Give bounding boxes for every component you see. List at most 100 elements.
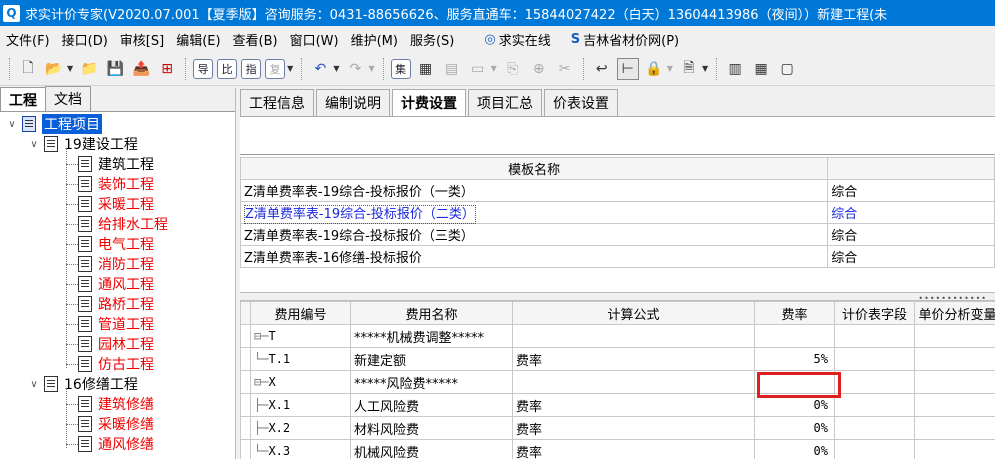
expand-toggle-icon[interactable]: ∨: [28, 379, 40, 390]
fee-row[interactable]: ├─X.2 材料风险费 费率 0%: [240, 416, 995, 440]
export-icon[interactable]: 📤: [130, 58, 152, 80]
copy-dropdown-icon[interactable]: ▼: [287, 64, 293, 73]
set-button[interactable]: 集: [390, 58, 411, 79]
fee-price-field-cell[interactable]: [834, 416, 915, 440]
undo-dropdown-icon[interactable]: ▼: [333, 64, 339, 73]
menu-interface[interactable]: 接口(D): [56, 30, 114, 49]
redo-icon[interactable]: ↷: [344, 58, 366, 80]
template-row[interactable]: Z清单费率表-16修缮-投标报价 综合: [239, 245, 995, 268]
menu-audit[interactable]: 审核[S]: [114, 30, 170, 49]
fee-formula-cell[interactable]: [512, 370, 755, 394]
fee-row[interactable]: ⊟─T *****机械费调整*****: [240, 324, 995, 348]
fee-formula-cell[interactable]: 费率: [512, 393, 755, 417]
fee-rate-cell[interactable]: [754, 324, 835, 348]
tree-node[interactable]: 建筑修缮: [78, 394, 154, 414]
fee-code-cell[interactable]: └─X.3: [250, 439, 351, 459]
paste-icon[interactable]: ⎘: [502, 58, 524, 80]
fee-rate-cell[interactable]: 0%: [754, 439, 835, 459]
fee-name-cell[interactable]: 新建定额: [350, 347, 513, 371]
lock-icon[interactable]: 🔒: [643, 58, 665, 80]
tab-documents[interactable]: 文档: [45, 86, 91, 111]
fee-row[interactable]: ⊟─X *****风险费*****: [240, 370, 995, 394]
fee-price-field-cell[interactable]: [834, 347, 915, 371]
fee-name-cell[interactable]: *****机械费调整*****: [350, 324, 513, 348]
fee-row[interactable]: └─X.3 机械风险费 费率 0%: [240, 439, 995, 459]
menu-service[interactable]: 服务(S): [404, 30, 460, 49]
lock-dropdown-icon[interactable]: ▼: [667, 64, 673, 73]
fee-analysis-cell[interactable]: [914, 439, 995, 459]
template-row[interactable]: Z清单费率表-19综合-投标报价（一类） 综合: [239, 179, 995, 202]
tree-node[interactable]: 管道工程: [78, 314, 154, 334]
new-file-icon[interactable]: 🗋: [17, 58, 39, 80]
insert-icon[interactable]: ⊕: [528, 58, 550, 80]
tree-node[interactable]: ∨ 16修缮工程: [28, 374, 138, 394]
fee-name-cell[interactable]: 材料风险费: [350, 416, 513, 440]
list-icon[interactable]: ▭: [467, 58, 489, 80]
tree-node[interactable]: 消防工程: [78, 254, 154, 274]
tree-node[interactable]: 电气工程: [78, 234, 154, 254]
menu-window[interactable]: 窗口(W): [284, 30, 345, 49]
tree-node[interactable]: 仿古工程: [78, 354, 154, 374]
tree-node[interactable]: 园林工程: [78, 334, 154, 354]
template-row[interactable]: Z清单费率表-19综合-投标报价（二类） 综合: [239, 201, 995, 224]
fee-formula-cell[interactable]: 费率: [512, 439, 755, 459]
tree-node[interactable]: 采暖工程: [78, 194, 154, 214]
tab-project-info[interactable]: 工程信息: [240, 89, 314, 116]
menu-view[interactable]: 查看(B): [227, 30, 284, 49]
fee-rate-cell[interactable]: 0%: [754, 393, 835, 417]
window-icon[interactable]: ▢: [776, 58, 798, 80]
menu-file[interactable]: 文件(F): [0, 30, 56, 49]
fee-price-field-cell[interactable]: [834, 439, 915, 459]
fee-analysis-cell[interactable]: [914, 324, 995, 348]
page-dropdown-icon[interactable]: ▼: [702, 64, 708, 73]
expand-toggle-icon[interactable]: ∨: [6, 119, 18, 130]
menu-online[interactable]: ◎ 求实在线: [478, 30, 556, 49]
tree-node[interactable]: 装饰工程: [78, 174, 154, 194]
open-folder-icon[interactable]: 📂: [43, 58, 65, 80]
tab-fee-settings[interactable]: 计费设置: [392, 89, 466, 116]
fee-formula-cell[interactable]: 费率: [512, 347, 755, 371]
tree-node[interactable]: 路桥工程: [78, 294, 154, 314]
tab-project[interactable]: 工程: [0, 87, 46, 111]
return-icon[interactable]: ↩: [591, 58, 613, 80]
fee-formula-cell[interactable]: 费率: [512, 416, 755, 440]
fee-code-cell[interactable]: ├─X.2: [250, 416, 351, 440]
menu-maintain[interactable]: 维护(M): [345, 30, 404, 49]
fee-row[interactable]: ├─X.1 人工风险费 费率 0%: [240, 393, 995, 417]
fee-analysis-cell[interactable]: [914, 416, 995, 440]
fee-rate-cell[interactable]: [754, 370, 835, 394]
tree-node[interactable]: 建筑工程: [78, 154, 154, 174]
import-button[interactable]: 导: [193, 58, 214, 79]
tree-node[interactable]: 采暖修缮: [78, 414, 154, 434]
save-icon[interactable]: 💾: [104, 58, 126, 80]
panel-icon[interactable]: ▥: [724, 58, 746, 80]
fee-code-cell[interactable]: ⊟─T: [250, 324, 351, 348]
menu-price-site[interactable]: S 吉林省材价网(P): [565, 30, 685, 49]
undo-icon[interactable]: ↶: [309, 58, 331, 80]
folder-icon[interactable]: 📁: [78, 58, 100, 80]
index-button[interactable]: 指: [241, 58, 262, 79]
fee-name-cell[interactable]: *****风险费*****: [350, 370, 513, 394]
expand-toggle-icon[interactable]: ∨: [28, 139, 40, 150]
fee-name-cell[interactable]: 人工风险费: [350, 393, 513, 417]
fee-formula-cell[interactable]: [512, 324, 755, 348]
list-dropdown-icon[interactable]: ▼: [491, 64, 497, 73]
fee-rate-cell[interactable]: 5%: [754, 347, 835, 371]
fee-code-cell[interactable]: ├─X.1: [250, 393, 351, 417]
calculator-icon[interactable]: ▦: [415, 58, 437, 80]
tree-node[interactable]: 给排水工程: [78, 214, 168, 234]
grid-icon[interactable]: ▤: [441, 58, 463, 80]
tab-summary[interactable]: 项目汇总: [468, 89, 542, 116]
fee-analysis-cell[interactable]: [914, 370, 995, 394]
fee-row[interactable]: └─T.1 新建定额 费率 5%: [240, 347, 995, 371]
fee-rate-cell[interactable]: 0%: [754, 416, 835, 440]
copy-button[interactable]: 复: [265, 58, 286, 79]
tree-node[interactable]: 通风工程: [78, 274, 154, 294]
fee-price-field-cell[interactable]: [834, 324, 915, 348]
fee-code-cell[interactable]: └─T.1: [250, 347, 351, 371]
tree-icon[interactable]: ⊢: [616, 57, 639, 80]
fee-analysis-cell[interactable]: [914, 347, 995, 371]
redo-dropdown-icon[interactable]: ▼: [368, 64, 374, 73]
tree-node[interactable]: ∨ 工程项目: [6, 114, 102, 134]
page-icon[interactable]: 🗎: [678, 58, 700, 80]
